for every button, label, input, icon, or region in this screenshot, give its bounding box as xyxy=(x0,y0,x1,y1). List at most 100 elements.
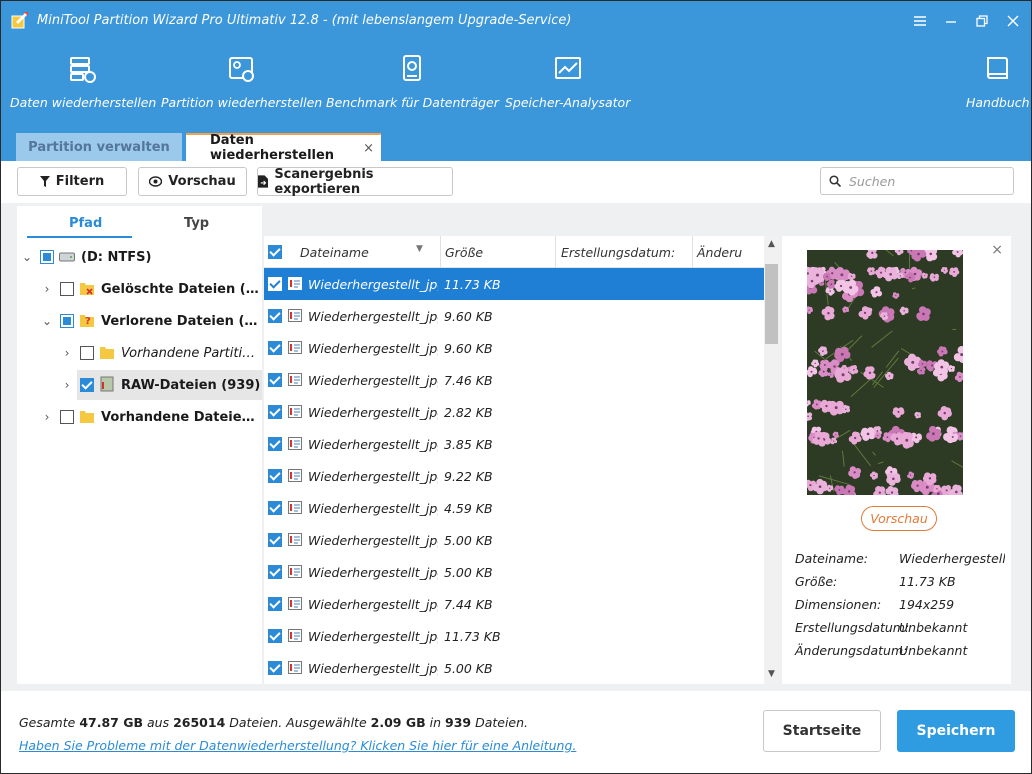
table-row[interactable]: Wiederhergestellt_jpg... 5.00 KB xyxy=(264,556,764,588)
file-list-panel: Dateiname ▼ Größe Erstellungsdatum: Ände… xyxy=(264,236,779,684)
chevron-right-icon[interactable]: › xyxy=(60,378,74,392)
row-checkbox[interactable] xyxy=(268,277,282,291)
tab-close-icon[interactable]: × xyxy=(363,141,374,156)
table-row[interactable]: Wiederhergestellt_jpg... 7.44 KB xyxy=(264,588,764,620)
column-divider[interactable] xyxy=(692,236,693,268)
partition-recovery-label: Partition wiederherstellen xyxy=(161,95,323,110)
table-row[interactable]: Wiederhergestellt_jpg... 9.22 KB xyxy=(264,460,764,492)
home-button[interactable]: Startseite xyxy=(763,710,881,752)
tree-item-deleted[interactable]: › Gelöschte Dateien (319... xyxy=(17,274,262,304)
column-divider[interactable] xyxy=(440,236,441,268)
search-box[interactable] xyxy=(820,167,1014,195)
row-checkbox[interactable] xyxy=(268,501,282,515)
tree-checkbox[interactable] xyxy=(80,378,94,392)
table-row[interactable]: Wiederhergestellt_jpg... 2.82 KB xyxy=(264,396,764,428)
file-name: Wiederhergestellt_jpg... xyxy=(308,341,438,356)
vertical-scrollbar[interactable]: ▲ ▼ xyxy=(764,236,779,684)
tree-checkbox[interactable] xyxy=(40,250,54,264)
folder-icon xyxy=(100,347,114,359)
table-row[interactable]: Wiederhergestellt_jpg... 3.85 KB xyxy=(264,428,764,460)
tab-partition-management[interactable]: Partition verwalten xyxy=(16,133,182,161)
chevron-down-icon[interactable]: ⌄ xyxy=(40,314,54,328)
preview-button[interactable]: Vorschau xyxy=(138,167,247,196)
column-header-modified[interactable]: Änderu xyxy=(697,245,742,260)
row-checkbox[interactable] xyxy=(268,341,282,355)
eye-icon xyxy=(149,176,163,187)
tab-type[interactable]: Typ xyxy=(184,216,209,231)
scroll-down-icon[interactable]: ▼ xyxy=(764,666,779,682)
tree-item-lost[interactable]: ⌄ ? Verlorene Dateien (132... xyxy=(17,306,262,336)
tree-checkbox[interactable] xyxy=(80,346,94,360)
list-header: Dateiname ▼ Größe Erstellungsdatum: Ände… xyxy=(264,236,764,268)
table-row[interactable]: Wiederhergestellt_jpg... 5.00 KB xyxy=(264,652,764,684)
menu-icon[interactable] xyxy=(906,9,934,33)
table-row[interactable]: Wiederhergestellt_jpg... 11.73 KB xyxy=(264,620,764,652)
row-checkbox[interactable] xyxy=(268,565,282,579)
tree-checkbox[interactable] xyxy=(60,410,74,424)
jpg-file-icon xyxy=(288,533,302,546)
disk-benchmark-tool[interactable]: Benchmark für Datenträger xyxy=(326,49,499,110)
minimize-icon[interactable] xyxy=(937,9,965,33)
tree-checkbox[interactable] xyxy=(60,314,74,328)
preview-image xyxy=(807,250,963,495)
column-header-size[interactable]: Größe xyxy=(445,245,483,260)
detail-filename-value: Wiederhergestellt_jpg xyxy=(899,551,1005,566)
chevron-right-icon[interactable]: › xyxy=(40,282,54,296)
row-checkbox[interactable] xyxy=(268,533,282,547)
tab-data-recovery[interactable]: Daten wiederherstellen × xyxy=(186,133,381,163)
filter-button[interactable]: Filtern xyxy=(17,167,127,196)
file-size: 11.73 KB xyxy=(444,277,501,292)
scrollbar-thumb[interactable] xyxy=(765,264,778,344)
manual-tool[interactable]: Handbuch xyxy=(966,49,1030,110)
table-row[interactable]: Wiederhergestellt_jpg... 11.73 KB xyxy=(264,268,764,300)
row-checkbox[interactable] xyxy=(268,469,282,483)
help-link[interactable]: Haben Sie Probleme mit der Datenwiederhe… xyxy=(19,738,576,753)
folder-icon xyxy=(80,411,94,423)
table-row[interactable]: Wiederhergestellt_jpg... 9.60 KB xyxy=(264,332,764,364)
table-row[interactable]: Wiederhergestellt_jpg... 4.59 KB xyxy=(264,492,764,524)
detail-created-value: Unbekannt xyxy=(899,620,968,635)
tab-path[interactable]: Pfad xyxy=(69,216,102,231)
table-row[interactable]: Wiederhergestellt_jpg... 9.60 KB xyxy=(264,300,764,332)
column-header-name[interactable]: Dateiname xyxy=(300,245,369,260)
chevron-down-icon[interactable]: ⌄ xyxy=(20,250,34,264)
row-checkbox[interactable] xyxy=(268,437,282,451)
close-icon[interactable] xyxy=(999,9,1027,33)
chevron-right-icon[interactable]: › xyxy=(40,410,54,424)
preview-close-icon[interactable]: × xyxy=(991,242,1003,258)
tree-item-drive[interactable]: ⌄ (D: NTFS) xyxy=(17,242,262,272)
scroll-up-icon[interactable]: ▲ xyxy=(764,236,779,252)
tree-item-existing-files[interactable]: › Vorhandene Dateien (1... xyxy=(17,402,262,432)
save-button[interactable]: Speichern xyxy=(897,710,1015,752)
svg-text:?: ? xyxy=(85,316,91,327)
tree-item-existing-partition[interactable]: › Vorhandene Partition ... xyxy=(17,338,262,368)
partition-recovery-tool[interactable]: Partition wiederherstellen xyxy=(161,49,322,110)
footer: Gesamte 47.87 GB aus 265014 Dateien. Aus… xyxy=(1,691,1031,773)
sort-desc-icon[interactable]: ▼ xyxy=(416,244,423,254)
row-checkbox[interactable] xyxy=(268,629,282,643)
row-checkbox[interactable] xyxy=(268,661,282,675)
export-icon xyxy=(258,175,269,188)
detail-dimensions-value: 194x259 xyxy=(899,597,955,612)
chevron-right-icon[interactable]: › xyxy=(60,346,74,360)
row-checkbox[interactable] xyxy=(268,405,282,419)
row-checkbox[interactable] xyxy=(268,373,282,387)
tree-checkbox[interactable] xyxy=(60,282,74,296)
select-all-checkbox[interactable] xyxy=(268,245,282,259)
table-row[interactable]: Wiederhergestellt_jpg... 7.46 KB xyxy=(264,364,764,396)
file-name: Wiederhergestellt_jpg... xyxy=(308,309,438,324)
column-divider[interactable] xyxy=(555,236,556,268)
search-input[interactable] xyxy=(849,173,999,189)
row-checkbox[interactable] xyxy=(268,597,282,611)
column-header-created[interactable]: Erstellungsdatum: xyxy=(561,245,675,260)
data-recovery-tool[interactable]: Daten wiederherstellen xyxy=(10,49,156,110)
restore-icon[interactable] xyxy=(968,9,996,33)
app-window: MiniTool Partition Wizard Pro Ultimativ … xyxy=(0,0,1032,774)
space-analyzer-tool[interactable]: Speicher-Analysator xyxy=(505,49,630,110)
preview-button[interactable]: Vorschau xyxy=(861,506,937,531)
export-scan-button[interactable]: Scanergebnis exportieren xyxy=(257,167,453,197)
row-checkbox[interactable] xyxy=(268,309,282,323)
tree-item-label: Vorhandene Dateien (1... xyxy=(101,409,259,425)
tree-item-raw-files[interactable]: › RAW-Dateien (939) xyxy=(17,370,262,400)
table-row[interactable]: Wiederhergestellt_jpg... 5.00 KB xyxy=(264,524,764,556)
